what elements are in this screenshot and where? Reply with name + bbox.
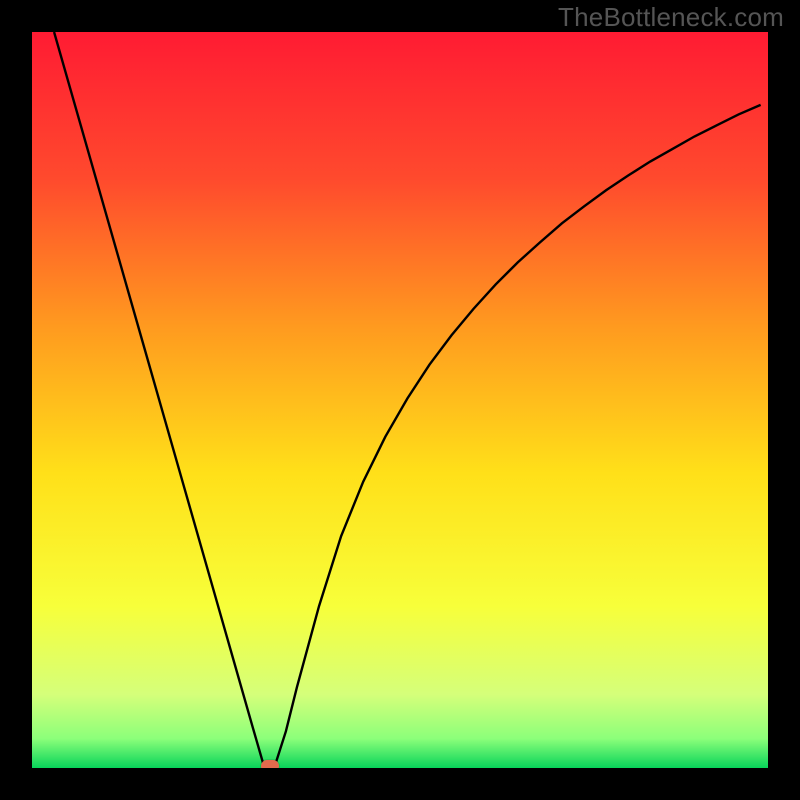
watermark-text: TheBottleneck.com <box>558 2 784 33</box>
chart-frame: TheBottleneck.com <box>0 0 800 800</box>
bottleneck-curve-chart <box>32 32 768 768</box>
plot-area <box>32 32 768 768</box>
gradient-background <box>32 32 768 768</box>
optimal-point-marker <box>261 760 279 768</box>
